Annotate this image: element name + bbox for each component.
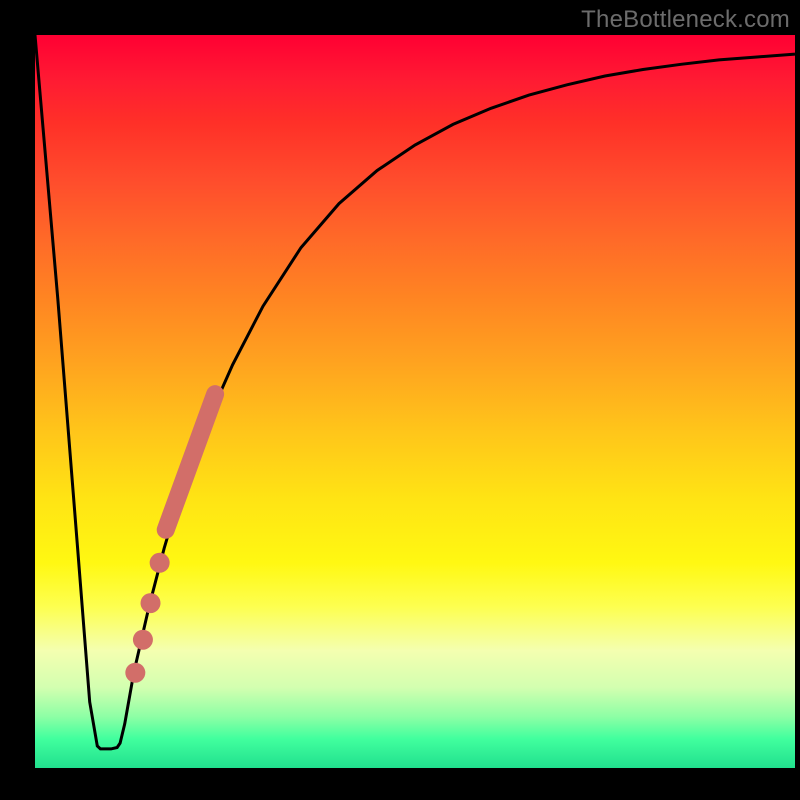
plot-area — [35, 35, 795, 768]
highlight-dot — [133, 630, 153, 650]
highlight-segment — [166, 394, 215, 530]
highlight-dot — [125, 663, 145, 683]
plot-svg — [35, 35, 795, 768]
watermark-text: TheBottleneck.com — [581, 6, 790, 34]
chart-frame: TheBottleneck.com — [0, 0, 800, 800]
highlight-dot — [141, 593, 161, 613]
highlight-dot — [150, 553, 170, 573]
